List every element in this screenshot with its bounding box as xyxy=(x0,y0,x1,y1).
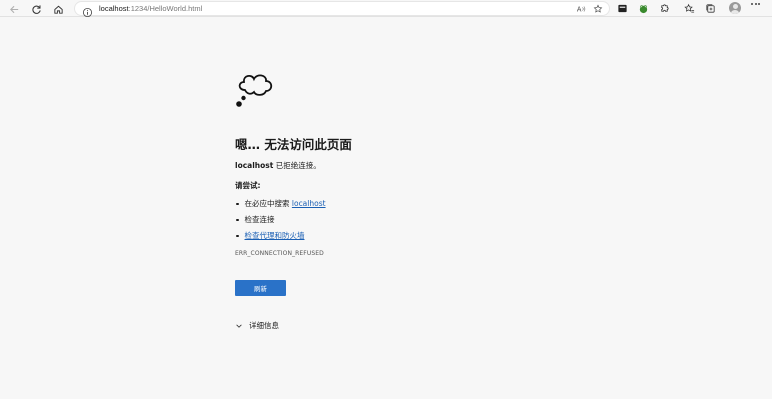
back-arrow-icon[interactable] xyxy=(7,2,21,16)
address-bar[interactable]: localhost:1234/HelloWorld.html A xyxy=(74,1,610,18)
avatar[interactable] xyxy=(729,2,741,14)
puzzle-icon[interactable] xyxy=(658,2,671,15)
details-toggle[interactable]: 详细信息 xyxy=(235,320,279,331)
error-message: localhost 已拒绝连接。 xyxy=(235,161,321,170)
collections-icon[interactable] xyxy=(704,2,717,15)
home-icon[interactable] xyxy=(51,2,65,16)
url-text: localhost:1234/HelloWorld.html xyxy=(99,4,203,13)
try-heading: 请尝试: xyxy=(235,181,261,190)
read-aloud-icon[interactable]: A xyxy=(575,3,586,14)
frog-extension-icon[interactable] xyxy=(637,2,650,15)
svg-text:A: A xyxy=(576,5,581,13)
add-favorite-icon[interactable] xyxy=(592,3,603,14)
more-menu-icon[interactable] xyxy=(751,3,760,5)
details-label: 详细信息 xyxy=(249,321,279,330)
favorites-icon[interactable] xyxy=(683,2,696,15)
extension-icon[interactable] xyxy=(616,2,629,15)
page-title: 嗯… 无法访问此页面 xyxy=(235,137,352,152)
suggestion-search: 在必应中搜索 localhost xyxy=(235,198,326,209)
suggestion-proxy-firewall: 检查代理和防火墙 xyxy=(235,230,305,241)
search-bing-link[interactable]: localhost xyxy=(292,199,326,208)
suggestion-check-connection: 检查连接 xyxy=(235,214,275,225)
refresh-icon[interactable] xyxy=(29,2,43,16)
thought-cloud-icon xyxy=(236,74,273,107)
browser-toolbar: localhost:1234/HelloWorld.html A xyxy=(0,0,772,18)
error-code: ERR_CONNECTION_REFUSED xyxy=(235,250,324,257)
chevron-down-icon xyxy=(236,324,242,328)
info-icon[interactable] xyxy=(82,3,93,18)
check-proxy-firewall-link[interactable]: 检查代理和防火墙 xyxy=(245,231,305,240)
refresh-button[interactable]: 刷新 xyxy=(235,280,286,296)
